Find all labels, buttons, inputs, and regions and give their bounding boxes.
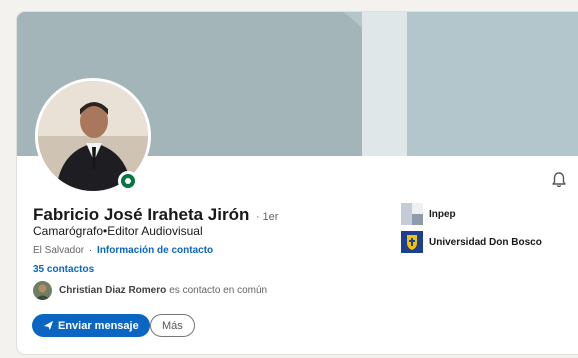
mutual-avatar	[33, 280, 52, 300]
send-icon	[43, 320, 54, 331]
location-row: El Salvador · Información de contacto	[33, 245, 213, 256]
inpep-logo-icon	[401, 203, 423, 225]
separator: ·	[88, 245, 93, 256]
bell-icon[interactable]	[550, 171, 568, 189]
send-message-label: Enviar mensaje	[58, 319, 139, 332]
connection-degree: · 1er	[255, 211, 279, 223]
org-label-inpep: Inpep	[429, 208, 456, 220]
profile-headline: Camarógrafo•Editor Audiovisual	[33, 224, 203, 238]
more-label: Más	[162, 319, 183, 332]
more-button[interactable]: Más	[150, 314, 195, 337]
mutual-connection-name: Christian Diaz Romero	[59, 284, 167, 296]
profile-location: El Salvador	[33, 245, 85, 256]
org-item-don-bosco[interactable]: Universidad Don Bosco	[401, 231, 542, 253]
don-bosco-logo-icon	[401, 231, 423, 253]
send-message-button[interactable]: Enviar mensaje	[32, 314, 150, 337]
profile-card: Fabricio José Iraheta Jirón · 1er Camaró…	[17, 12, 578, 354]
org-item-inpep[interactable]: Inpep	[401, 203, 456, 225]
profile-name-row: Fabricio José Iraheta Jirón · 1er	[33, 205, 278, 225]
contact-info-link[interactable]: Información de contacto	[97, 245, 213, 256]
profile-name: Fabricio José Iraheta Jirón	[33, 205, 250, 224]
mutual-connection-suffix: es contacto en común	[169, 284, 268, 296]
open-to-work-badge	[118, 171, 138, 191]
org-label-don-bosco: Universidad Don Bosco	[429, 236, 542, 248]
connections-link[interactable]: 35 contactos	[33, 264, 94, 275]
mutual-connection[interactable]: Christian Diaz Romero es contacto en com…	[33, 280, 267, 300]
